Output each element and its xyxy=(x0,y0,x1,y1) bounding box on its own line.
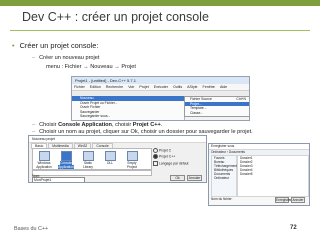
project-name-input[interactable]: MonProjet1 xyxy=(32,177,85,182)
project-type-label: Static Library xyxy=(83,161,93,169)
empty-project-icon xyxy=(126,151,138,161)
library-icon xyxy=(82,151,94,161)
project-type-static-lib[interactable]: Static Library xyxy=(79,151,97,169)
checkbox-label: Langage par défaut xyxy=(159,161,189,166)
sub-bullet-2-text: , choisir xyxy=(111,122,133,128)
new-submenu-item[interactable]: Classe... xyxy=(185,111,249,116)
sub-bullet-2: – Choisir Console Application, choisir Pr… xyxy=(32,122,162,128)
radio-label: Projet C++ xyxy=(159,154,176,159)
submenu-label: Projet... xyxy=(190,101,202,106)
file-name-label: Nom du fichier: xyxy=(211,197,233,201)
console-icon xyxy=(60,151,72,161)
radio-icon xyxy=(153,148,158,153)
page-number: 72 xyxy=(290,225,297,231)
radio-projet-cpp[interactable]: Projet C++ xyxy=(153,154,203,159)
checkbox-icon xyxy=(153,161,158,166)
menubar-item[interactable]: Fenêtre xyxy=(203,85,215,89)
menubar-item[interactable]: AStyle xyxy=(187,85,197,89)
sub-bullet-2-bold: Projet C++ xyxy=(132,122,161,128)
slide-title: Dev C++ : créer un projet console xyxy=(22,10,209,24)
project-type-empty[interactable]: Empty Project xyxy=(123,151,141,169)
language-options: Projet C Projet C++ Langage par défaut xyxy=(153,148,203,166)
new-project-dialog: Nouveau projet Basic Multimedia Win32 Conso… xyxy=(28,135,207,183)
menu-path-nouveau: Nouveau xyxy=(90,64,113,70)
submenu-label: Template... xyxy=(190,106,207,111)
menubar-item[interactable]: Aide xyxy=(220,85,227,89)
file-menu-item[interactable]: Sauvegarder sous... xyxy=(72,114,184,119)
menubar-item[interactable]: Recherche xyxy=(106,85,123,89)
footer-course-name: Bases du C++ xyxy=(14,226,49,232)
project-type-label: DLL xyxy=(107,161,113,165)
project-type-label: Windows Application xyxy=(36,161,52,169)
project-type-console[interactable]: Console Application xyxy=(57,151,75,169)
dash-icon: – xyxy=(32,122,36,128)
menubar-item[interactable]: Exécuter xyxy=(154,85,168,89)
dialog-title: Nouveau projet xyxy=(29,136,206,143)
slide-header-band xyxy=(0,0,320,6)
arrow-right-icon: → xyxy=(114,64,120,70)
project-type-windows[interactable]: Windows Application xyxy=(35,151,53,169)
cancel-button[interactable]: Annuler xyxy=(187,175,202,181)
submenu-shortcut: Ctrl+N xyxy=(236,97,246,101)
navigation-pane: Favoris Bureau Téléchargements Bibliothè… xyxy=(211,155,239,197)
radio-projet-c[interactable]: Projet C xyxy=(153,148,203,153)
menu-path-fichier: Fichier xyxy=(64,64,82,70)
radio-checked-icon xyxy=(153,154,158,159)
menu-screenshot: Projet1 - [untitled] - Dev-C++ 5.7.1 Fic… xyxy=(71,76,250,121)
checkbox-default-language[interactable]: Langage par défaut xyxy=(153,161,203,166)
cancel-button[interactable]: Annuler xyxy=(291,197,305,203)
save-dialog: Enregistrer sous Ordinateur › Documents … xyxy=(208,143,310,206)
window-icon xyxy=(38,151,50,161)
menu-path: menu : Fichier → Nouveau → Projet xyxy=(46,64,136,70)
sub-bullet-2-bold: Console Application xyxy=(58,122,112,128)
file-list: Dossier1 Dossier2 Dossier3 Dossier4 Doss… xyxy=(237,155,309,197)
sub-bullet-1-text: Créer un nouveau projet xyxy=(39,55,100,61)
project-type-list: Windows Application Console Application … xyxy=(32,148,152,170)
menubar-item[interactable]: Outils xyxy=(173,85,182,89)
nav-item[interactable]: Ordinateur xyxy=(212,176,236,180)
arrow-right-icon: → xyxy=(83,64,89,70)
dialog-buttons: Ok Annuler xyxy=(168,175,202,181)
menubar-item[interactable]: Edition xyxy=(90,85,101,89)
bullet-main: • Créer un projet console: xyxy=(12,41,98,50)
devcpp-window-title: Projet1 - [untitled] - Dev-C++ 5.7.1 xyxy=(72,77,249,84)
sub-bullet-2-text: . xyxy=(160,122,163,128)
file-menu-dropdown: Nouveau Ouvrir Projet ou Fichier... Ouvr… xyxy=(72,96,185,120)
project-description-box xyxy=(32,170,152,176)
menubar-item[interactable]: Projet xyxy=(139,85,148,89)
new-submenu: Fichier Source Ctrl+N Projet... Template.… xyxy=(184,96,249,117)
dll-icon xyxy=(104,151,116,161)
radio-label: Projet C xyxy=(159,148,172,153)
dash-icon: – xyxy=(32,55,36,61)
project-type-label: Console Application xyxy=(58,161,74,169)
menubar-item[interactable]: Voir xyxy=(128,85,134,89)
bullet-dot-icon: • xyxy=(12,41,15,50)
project-type-dll[interactable]: DLL xyxy=(101,151,119,166)
sub-bullet-1: – Créer un nouveau projet xyxy=(32,55,99,61)
menubar-item[interactable]: Fichier xyxy=(74,85,85,89)
sub-bullet-2-text: Choisir xyxy=(39,122,59,128)
submenu-label: Fichier Source xyxy=(190,97,212,101)
devcpp-menubar: Fichier Edition Recherche Voir Projet Ex… xyxy=(72,84,249,91)
menu-path-prefix: menu : xyxy=(46,64,64,70)
project-type-label: Empty Project xyxy=(127,161,137,169)
ok-button[interactable]: Ok xyxy=(170,175,185,181)
file-list-item[interactable]: Dossier5 xyxy=(238,172,308,176)
submenu-label: Classe... xyxy=(190,110,204,115)
bullet-main-text: Créer un projet console: xyxy=(19,41,99,50)
save-button[interactable]: Enregistrer xyxy=(275,197,292,203)
title-underline xyxy=(10,30,310,31)
menu-path-projet: Projet xyxy=(121,64,136,70)
